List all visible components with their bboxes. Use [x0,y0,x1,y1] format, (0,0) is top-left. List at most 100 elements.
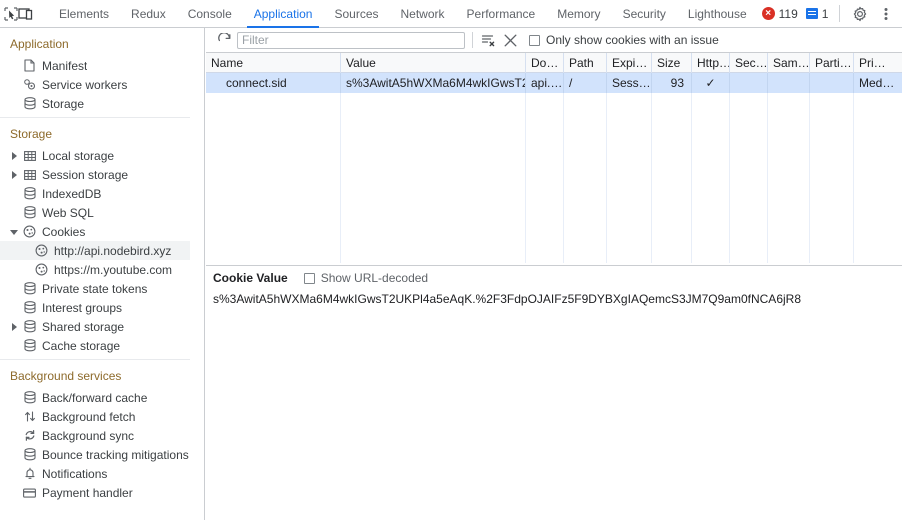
chevron-right-icon[interactable] [10,322,20,332]
tab-redux[interactable]: Redux [120,0,177,28]
cookies-table-body: connect.sid s%3AwitA5hWXMa6M4wkIGwsT2U… … [206,73,902,263]
column-header-httponly[interactable]: Http… [692,53,730,73]
tab-network[interactable]: Network [390,0,456,28]
database-icon [22,206,37,220]
tab-label: Sources [334,6,379,21]
cell-expires: Sess… [607,73,652,93]
tab-console[interactable]: Console [177,0,243,28]
tab-label: Console [187,6,232,21]
sidebar-item-cookies[interactable]: Cookies [0,222,190,241]
refresh-icon[interactable] [213,30,235,50]
sidebar-item-bounce-tracking-mitigations[interactable]: Bounce tracking mitigations [0,445,190,464]
column-header-value[interactable]: Value [341,53,526,73]
database-icon [22,301,37,315]
message-count-badge[interactable]: 1 [802,7,833,21]
sidebar-item-local-storage[interactable]: Local storage [0,146,190,165]
cookie-icon [22,225,37,239]
table-empty-area [206,93,902,263]
sidebar-item-label: Web SQL [42,205,94,220]
tab-security[interactable]: Security [612,0,677,28]
sidebar-item-payment-handler[interactable]: Payment handler [0,483,190,502]
devtools-window: Elements Redux Console Application Sourc… [0,0,902,520]
sidebar-item-label: Shared storage [42,319,125,334]
column-header-expires[interactable]: Expi… [607,53,652,73]
sidebar-item-cookies-m-youtube-com[interactable]: https://m.youtube.com [0,260,190,279]
sidebar-item-background-sync[interactable]: Background sync [0,426,190,445]
sidebar-item-label: Notifications [42,466,108,481]
tab-performance[interactable]: Performance [456,0,547,28]
cookies-toolbar: Only show cookies with an issue [206,28,902,53]
cell-size: 93 [652,73,692,93]
sidebar-item-indexeddb[interactable]: IndexedDB [0,184,190,203]
sidebar-item-storage[interactable]: Storage [0,94,190,113]
cookie-value-title: Cookie Value [213,271,288,285]
cookies-toolbar-divider [472,32,473,48]
sidebar-item-cache-storage[interactable]: Cache storage [0,336,190,355]
sidebar-item-shared-storage[interactable]: Shared storage [0,317,190,336]
sidebar-item-back-forward-cache[interactable]: Back/forward cache [0,388,190,407]
database-icon [22,448,37,462]
inspect-element-icon[interactable] [4,1,18,27]
chevron-right-icon[interactable] [10,170,20,180]
only-show-issues-checkbox[interactable]: Only show cookies with an issue [529,33,719,47]
show-url-decoded-checkbox[interactable]: Show URL-decoded [303,271,428,285]
tab-sources[interactable]: Sources [323,0,389,28]
filter-input[interactable] [237,31,465,49]
cookie-value-pane: Cookie Value Show URL-decoded s%3AwitA5h… [206,265,902,520]
sidebar-item-manifest[interactable]: Manifest [0,56,190,75]
sidebar-item-label: IndexedDB [42,186,102,201]
background-fetch-icon [22,410,37,424]
sidebar-item-private-state-tokens[interactable]: Private state tokens [0,279,190,298]
sidebar-item-web-sql[interactable]: Web SQL [0,203,190,222]
sidebar-item-session-storage[interactable]: Session storage [0,165,190,184]
sidebar-item-label: Session storage [42,167,129,182]
tab-elements[interactable]: Elements [48,0,120,28]
sidebar-item-service-workers[interactable]: Service workers [0,75,190,94]
cell-priority: Med… [859,76,895,90]
manifest-icon [22,59,37,73]
column-header-size[interactable]: Size [652,53,692,73]
chevron-right-icon[interactable] [10,151,20,161]
sidebar-item-background-fetch[interactable]: Background fetch [0,407,190,426]
cell-value: s%3AwitA5hWXMa6M4wkIGwsT2U… [341,73,526,93]
column-header-samesite[interactable]: Sam… [768,53,810,73]
column-header-domain[interactable]: Do… [526,53,564,73]
sidebar-item-label: Service workers [42,77,128,92]
cookies-table: Name Value Do… Path Expi… Size Http… Sec… [206,53,902,263]
panel-tabs: Elements Redux Console Application Sourc… [48,0,758,28]
sidebar-item-cookies-api-nodebird-xyz[interactable]: http://api.nodebird.xyz [0,241,190,260]
column-header-name[interactable]: Name [206,53,341,73]
toolbar-divider-right [839,5,841,22]
tab-application[interactable]: Application [243,0,324,28]
column-header-priority[interactable]: Pri… [854,53,902,73]
chevron-down-icon[interactable] [10,227,20,237]
column-header-path[interactable]: Path [564,53,607,73]
cell-path: / [564,73,607,93]
sidebar-item-label: Interest groups [42,300,123,315]
clear-all-cookies-icon[interactable] [499,30,521,50]
cell-name: connect.sid [206,73,341,93]
cookies-panel: Only show cookies with an issue Name Val… [206,28,902,520]
tab-label: Application [253,6,313,21]
sidebar-item-label: Payment handler [42,485,133,500]
database-icon [22,320,37,334]
table-row[interactable]: connect.sid s%3AwitA5hWXMa6M4wkIGwsT2U… … [206,73,902,93]
kebab-menu-icon[interactable] [873,1,899,27]
error-count-badge[interactable]: × 119 [758,7,802,21]
cell-httponly: ✓ [692,73,730,93]
sidebar-item-interest-groups[interactable]: Interest groups [0,298,190,317]
cell-partition-key [810,73,854,93]
device-toolbar-icon[interactable] [18,1,34,27]
tab-lighthouse[interactable]: Lighthouse [677,0,758,28]
message-icon [805,8,818,19]
cookies-table-header: Name Value Do… Path Expi… Size Http… Sec… [206,53,902,73]
sidebar-item-label: http://api.nodebird.xyz [54,243,172,258]
clear-filters-icon[interactable] [477,30,499,50]
column-header-partition-key[interactable]: Parti… [810,53,854,73]
sidebar-item-notifications[interactable]: Notifications [0,464,190,483]
cookie-icon [34,244,49,258]
sidebar-item-label: Storage [42,96,85,111]
tab-memory[interactable]: Memory [546,0,611,28]
column-header-secure[interactable]: Sec… [730,53,768,73]
gear-icon[interactable] [847,1,873,27]
